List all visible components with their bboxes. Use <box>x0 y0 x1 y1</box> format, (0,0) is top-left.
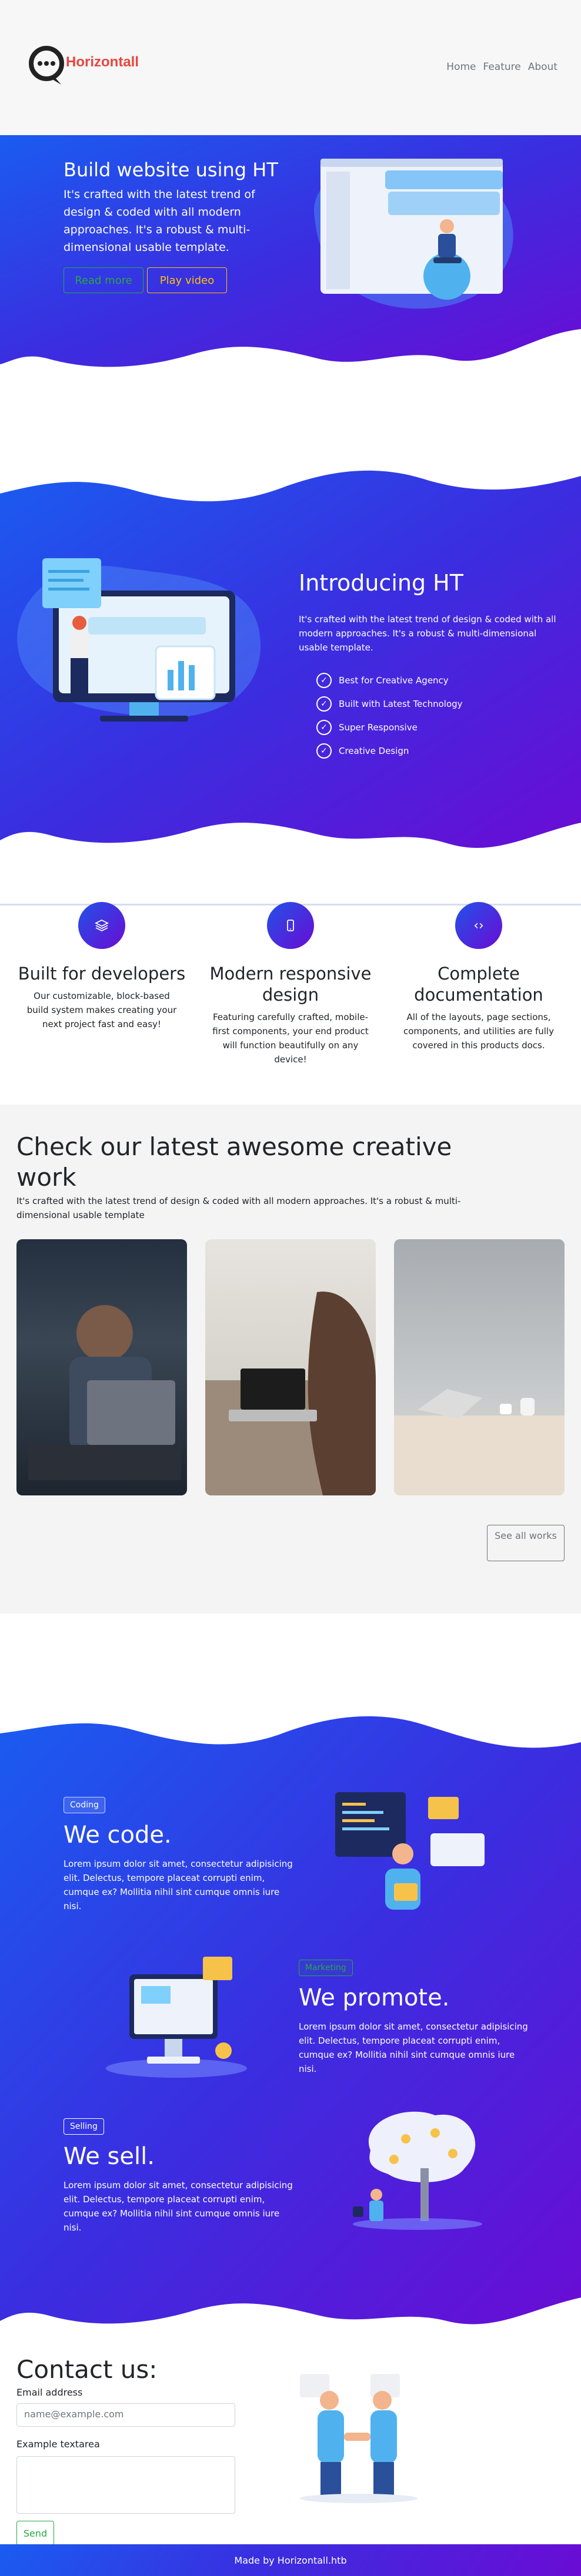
badge-selling: Selling <box>64 2118 104 2135</box>
check-item: ✓ Creative Design <box>316 739 463 763</box>
badge-coding: Coding <box>64 1797 105 1813</box>
work-photo-laptop-woman <box>205 1292 376 1495</box>
site-header: Horizontall Home Feature About <box>0 0 581 139</box>
mobile-icon <box>267 902 314 949</box>
intro-illustration <box>17 558 261 722</box>
layers-icon <box>78 902 125 949</box>
feature-text: Our customizable, block-based build syst… <box>26 991 177 1029</box>
works-text: It's crafted with the latest trend of de… <box>16 1196 461 1220</box>
service-title: We sell. <box>64 2143 155 2170</box>
work-card[interactable] <box>16 1239 187 1495</box>
intro-section: Introducing HT It's crafted with the lat… <box>0 452 581 864</box>
intro-text: It's crafted with the latest trend of de… <box>299 614 556 653</box>
work-photo-laptop-man <box>28 1305 181 1480</box>
hero-illustration <box>314 159 513 309</box>
nav-home[interactable]: Home <box>446 61 476 73</box>
send-button[interactable]: Send <box>16 2521 54 2545</box>
email-input[interactable]: name@example.com <box>16 2403 235 2427</box>
code-icon: ‹› <box>455 902 502 949</box>
feature-text: Featuring carefully crafted, mobile-firs… <box>212 1012 369 1065</box>
works-section: Check our latest awesome creative work I… <box>0 1105 581 1614</box>
read-more-button[interactable]: Read more <box>64 267 143 293</box>
feature-title: Complete documentation <box>414 964 543 1005</box>
service-text: Lorem ipsum dolor sit amet, consectetur … <box>299 2021 528 2074</box>
works-title: Check our latest awesome creative work <box>16 1132 452 1192</box>
work-card[interactable] <box>205 1239 376 1495</box>
hero-section: Build website using HT It's crafted with… <box>0 135 581 405</box>
check-circle-icon: ✓ <box>316 673 332 688</box>
check-circle-icon: ✓ <box>316 743 332 759</box>
main-nav: Home Feature About <box>446 61 557 73</box>
play-video-button[interactable]: Play video <box>147 267 227 293</box>
feature-card: Modern responsive design Featuring caref… <box>202 902 379 1066</box>
site-footer: Made by Horizontall.htb <box>0 2544 581 2576</box>
service-text: Lorem ipsum dolor sit amet, consectetur … <box>64 1859 293 1911</box>
services-section: Coding We code. Lorem ipsum dolor sit am… <box>0 1698 581 2339</box>
feature-card: ‹› Complete documentation All of the lay… <box>390 902 567 1052</box>
feature-card: Built for developers Our customizable, b… <box>14 902 190 1031</box>
hero-title: Build website using HT <box>64 159 278 181</box>
handshake-illustration <box>300 2374 418 2503</box>
service-title: We code. <box>64 1822 172 1849</box>
check-circle-icon: ✓ <box>316 696 332 712</box>
marketing-illustration <box>106 1957 247 2078</box>
check-item: ✓ Best for Creative Agency <box>316 669 463 692</box>
check-item: ✓ Super Responsive <box>316 716 463 739</box>
chat-bubble-icon <box>29 46 64 85</box>
hero-text: It's crafted with the latest trend of de… <box>64 188 255 254</box>
feature-title: Built for developers <box>18 964 186 984</box>
email-label: Email address <box>16 2387 83 2398</box>
nav-about[interactable]: About <box>528 61 557 73</box>
features-section: Built for developers Our customizable, b… <box>0 902 581 1102</box>
brand-logo[interactable]: Horizontall <box>26 43 173 90</box>
nav-feature[interactable]: Feature <box>483 61 520 73</box>
brand-name: Horizontall <box>66 54 139 70</box>
textarea-label: Example textarea <box>16 2439 100 2450</box>
feature-title: Modern responsive design <box>209 964 372 1005</box>
message-textarea[interactable] <box>16 2456 235 2514</box>
check-item: ✓ Built with Latest Technology <box>316 692 463 716</box>
service-text: Lorem ipsum dolor sit amet, consectetur … <box>64 2180 293 2233</box>
service-title: We promote. <box>299 1984 450 2011</box>
badge-marketing: Marketing <box>299 1960 353 1976</box>
intro-title: Introducing HT <box>299 570 463 596</box>
coding-illustration <box>335 1792 485 1910</box>
contact-title: Contact us: <box>16 2355 158 2384</box>
work-card[interactable] <box>394 1239 565 1495</box>
feature-text: All of the layouts, page sections, compo… <box>403 1012 554 1051</box>
check-circle-icon: ✓ <box>316 720 332 735</box>
contact-section: Contact us: Email address name@example.c… <box>0 2344 581 2550</box>
footer-text: Made by Horizontall.htb <box>234 2554 347 2566</box>
intro-checklist: ✓ Best for Creative Agency ✓ Built with La… <box>316 669 463 763</box>
services-background <box>0 1716 581 2325</box>
work-photo-desk <box>394 1389 565 1495</box>
see-all-works-button[interactable]: See all works <box>487 1525 565 1561</box>
selling-illustration <box>353 2111 482 2230</box>
